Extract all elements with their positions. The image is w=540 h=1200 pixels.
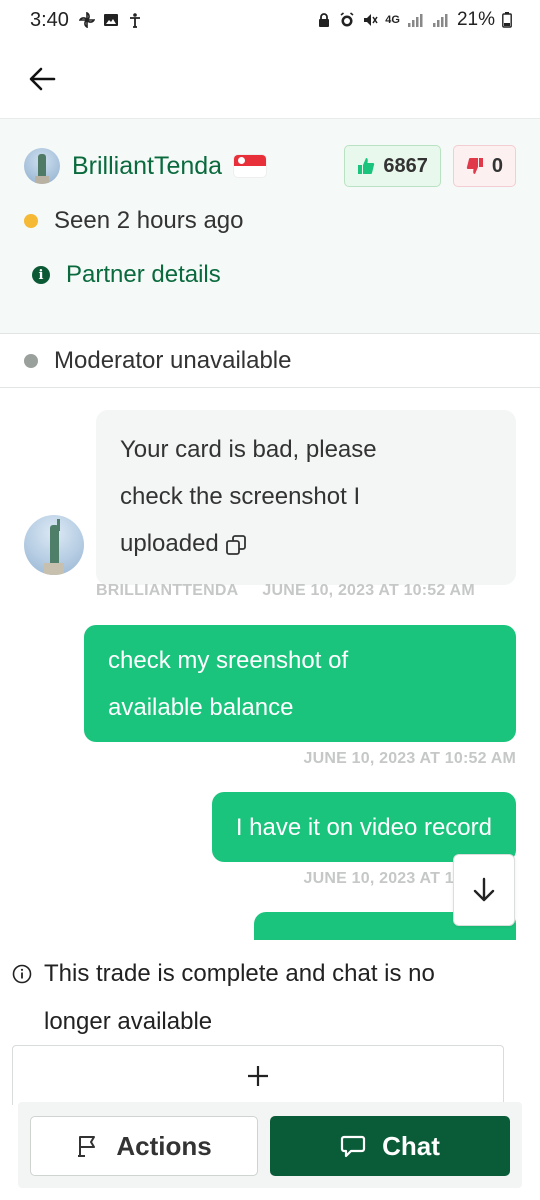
partner-details-label: Partner details	[66, 261, 221, 288]
sender-avatar	[24, 515, 84, 575]
partner-details-link[interactable]: i Partner details	[32, 261, 221, 289]
incoming-message-meta: BRILLIANTTENDA JUNE 10, 2023 AT 10:52 AM	[96, 582, 516, 600]
battery-icon	[502, 12, 512, 28]
chat-messages[interactable]: Your card is bad, please check the scree…	[0, 388, 540, 940]
bottom-action-bar: Actions Chat	[18, 1102, 522, 1188]
moderator-dot-icon	[24, 353, 38, 368]
network-type: 4G	[385, 14, 400, 26]
thumbs-down-count: 0	[491, 154, 503, 177]
message-text-line: Your card is bad, please	[120, 436, 377, 463]
message-sender: BRILLIANTTENDA	[96, 582, 239, 599]
plus-icon	[248, 1065, 268, 1086]
actions-label: Actions	[116, 1130, 212, 1161]
thumbs-up-feedback[interactable]: 6867	[344, 145, 441, 187]
copy-icon[interactable]	[225, 534, 247, 556]
status-bar: 3:40 4G 21%	[0, 0, 540, 40]
partner-name[interactable]: BrilliantTenda	[72, 152, 222, 181]
message-timestamp: JUNE 10, 2023 AT 10:52 AM	[262, 582, 475, 599]
signal-icon-2	[432, 14, 448, 27]
feedback-counts: 6867 0	[344, 145, 516, 187]
message-text: I have it on video record	[235, 813, 492, 841]
status-time: 3:40	[30, 8, 69, 31]
seen-status-text: Seen 2 hours ago	[54, 207, 244, 234]
battery-percent: 21%	[456, 9, 495, 30]
outgoing-message: I have it on video record	[211, 792, 516, 862]
thumbs-down-feedback[interactable]: 0	[452, 145, 516, 187]
app-bar	[0, 40, 540, 118]
chat-button[interactable]: Chat	[270, 1116, 510, 1176]
message-text-line: check the screenshot I	[120, 483, 361, 510]
actions-button[interactable]: Actions	[30, 1116, 258, 1176]
lock-icon	[319, 13, 330, 27]
arrow-left-icon	[29, 67, 56, 91]
back-button[interactable]	[26, 63, 58, 95]
partner-header: BrilliantTenda 6867 0	[24, 145, 516, 187]
mute-icon	[364, 14, 378, 26]
thumbs-up-icon	[358, 158, 375, 174]
info-outline-icon	[12, 964, 32, 984]
message-text-line: uploaded	[120, 530, 219, 557]
chat-bubble-icon	[341, 1135, 366, 1158]
seen-status: Seen 2 hours ago	[24, 207, 243, 235]
partner-card: BrilliantTenda 6867 0 Seen 2 hours ago i…	[0, 118, 540, 334]
thumbs-down-icon	[466, 158, 483, 174]
moderator-status: Moderator unavailable	[0, 334, 540, 388]
outgoing-message: check my sreenshot of available balance	[84, 625, 516, 742]
message-timestamp: JUNE 10, 2023 AT 10:52 AM	[303, 750, 516, 767]
pinwheel-icon	[78, 12, 95, 28]
incoming-message: Your card is bad, please check the scree…	[96, 410, 516, 585]
signal-icon	[407, 14, 423, 27]
chat-label: Chat	[382, 1130, 440, 1161]
trade-complete-notice: This trade is complete and chat is no lo…	[0, 940, 540, 1105]
status-dot-icon	[24, 214, 38, 228]
accessibility-icon	[129, 13, 140, 28]
image-icon	[103, 14, 118, 26]
moderator-status-text: Moderator unavailable	[54, 346, 292, 374]
message-text-line: check my sreenshot of	[108, 647, 349, 674]
alarm-icon	[340, 12, 354, 27]
partner-avatar[interactable]	[24, 148, 60, 184]
attach-button[interactable]	[12, 1045, 504, 1105]
scroll-to-bottom-button[interactable]	[453, 854, 515, 926]
flag-icon	[78, 1136, 96, 1157]
thumbs-up-count: 6867	[383, 154, 428, 177]
info-icon: i	[32, 266, 50, 284]
singapore-flag-icon	[234, 155, 267, 177]
notice-text: This trade is complete and chat is no lo…	[44, 960, 435, 1035]
message-text-line: available balance	[108, 694, 294, 721]
arrow-down-icon	[473, 877, 495, 902]
